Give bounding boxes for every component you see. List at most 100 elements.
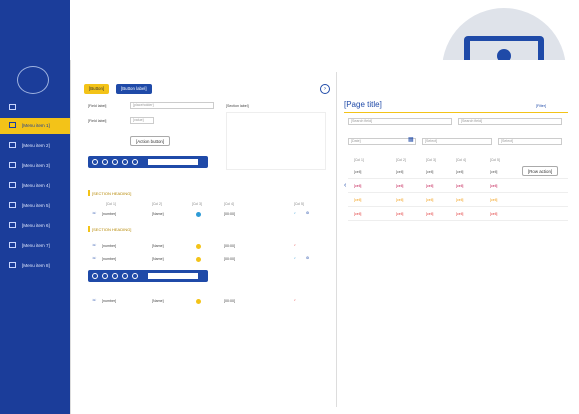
sidebar-item-label: [Menu item 3] [22, 163, 50, 168]
list-icon [9, 142, 16, 148]
monitor-icon [9, 182, 16, 188]
table-cell: [cell] [456, 184, 464, 188]
sidebar-item-6[interactable]: [Menu item 6] [0, 218, 70, 234]
select-a[interactable]: [Select] [422, 138, 492, 145]
sidebar-item-8[interactable]: [Menu item 8] [0, 258, 70, 274]
table-cell: [cell] [456, 198, 464, 202]
action-button[interactable]: [Action button] [130, 136, 171, 146]
control-icon[interactable] [92, 159, 98, 165]
media-controls-bar[interactable] [88, 156, 208, 168]
control-icon[interactable] [132, 273, 138, 279]
phone-icon: ☏ [92, 298, 97, 302]
schedule-icon [9, 162, 16, 168]
table-cell: [cell] [354, 170, 362, 174]
conference-icon [9, 122, 16, 128]
media-controls-bar[interactable] [88, 270, 208, 282]
sidebar-item-7[interactable]: [Menu item 7] [0, 238, 70, 254]
microphone-muted-icon[interactable]: ♪ [294, 298, 296, 302]
microphone-icon[interactable]: ♪ [294, 211, 296, 215]
sidebar-item-1[interactable]: [Menu item 1] [0, 118, 70, 134]
table-cell: [cell] [490, 170, 498, 174]
microphone-muted-icon[interactable]: ♪ [294, 243, 296, 247]
users-icon [9, 242, 16, 248]
control-icon[interactable] [92, 273, 98, 279]
table-cell: [cell] [354, 184, 362, 188]
filter-button[interactable]: [Filter] [536, 104, 546, 108]
directory-icon [9, 222, 16, 228]
settings-icon[interactable]: ⚙ [306, 211, 309, 215]
participants-heading: [SECTION HEADING] [88, 226, 131, 232]
menu-icon [9, 104, 16, 110]
sidebar-item-label: [Menu item 8] [22, 263, 50, 268]
row-divider [348, 178, 568, 179]
col-header: [Col 5] [294, 202, 304, 206]
panel-divider [336, 72, 337, 407]
control-icon[interactable] [122, 273, 128, 279]
select-b[interactable]: [Select] [498, 138, 562, 145]
control-icon[interactable] [102, 159, 108, 165]
participant-name: [Name] [152, 244, 164, 248]
conference-detail-panel: [Button] [Button label] › [Field label] … [80, 72, 335, 407]
col-header: [Col 2] [396, 158, 406, 162]
settings-icon[interactable]: ⚙ [306, 256, 309, 260]
phone-number: [number] [102, 212, 117, 216]
chevron-left-icon[interactable]: ‹ [344, 182, 346, 189]
sidebar-item-4[interactable]: [Menu item 4] [0, 178, 70, 194]
title-underline [344, 112, 568, 113]
row-action-button[interactable]: [Row action] [522, 166, 559, 176]
duration: [00:00] [224, 299, 235, 303]
control-icon[interactable] [132, 159, 138, 165]
duration: [00:00] [224, 257, 235, 261]
phone-icon: ☏ [92, 256, 97, 260]
field-a-input[interactable]: [placeholder] [130, 102, 214, 109]
field-b-input[interactable]: [value] [130, 117, 154, 124]
microphone-icon[interactable]: ♪ [294, 256, 296, 260]
volume-slider[interactable] [148, 159, 198, 165]
secondary-button[interactable]: [Button label] [116, 84, 152, 94]
field-label-a: [Field label] [88, 104, 107, 108]
search-input-b[interactable]: [Search field] [458, 118, 562, 125]
participant-name: [Name] [152, 299, 164, 303]
sidebar-item-label: [Menu item 2] [22, 143, 50, 148]
status-pending-icon [196, 299, 201, 304]
volume-slider[interactable] [148, 273, 198, 279]
search-input-a[interactable]: [Search field] [348, 118, 452, 125]
primary-button[interactable]: [Button] [84, 84, 110, 94]
table-cell: [cell] [354, 198, 362, 202]
col-header: [Col 3] [192, 202, 202, 206]
table-cell: [cell] [456, 170, 464, 174]
control-icon[interactable] [112, 159, 118, 165]
routing-icon [9, 262, 16, 268]
table-cell: [cell] [426, 184, 434, 188]
recording-icon [9, 202, 16, 208]
control-icon[interactable] [122, 159, 128, 165]
sidebar-item-5[interactable]: [Menu item 5] [0, 198, 70, 214]
control-icon[interactable] [112, 273, 118, 279]
sidebar-item-label: [Menu item 6] [22, 223, 50, 228]
calendar-icon[interactable]: ▦ [408, 136, 414, 143]
sidebar-item-label: [Menu item 4] [22, 183, 50, 188]
col-header: [Col 3] [426, 158, 436, 162]
phone-icon: ☏ [92, 243, 97, 247]
date-input[interactable]: [Date] [348, 138, 416, 145]
status-online-icon [196, 212, 201, 217]
col-header: [Col 2] [152, 202, 162, 206]
chevron-right-icon[interactable]: › [320, 84, 330, 94]
table-cell: [cell] [396, 170, 404, 174]
page-title: [Page title] [344, 100, 382, 109]
participant-name: [Name] [152, 257, 164, 261]
status-pending-icon [196, 244, 201, 249]
table-cell: [cell] [490, 184, 498, 188]
table-cell: [cell] [426, 170, 434, 174]
col-header: [Col 4] [456, 158, 466, 162]
control-icon[interactable] [102, 273, 108, 279]
conferences-list-panel: [Page title] [Filter] [Search field] [Se… [340, 72, 572, 407]
table-cell: [cell] [354, 212, 362, 216]
sidebar-item-2[interactable]: [Menu item 2] [0, 138, 70, 154]
duration: [00:00] [224, 212, 235, 216]
sidebar-item-3[interactable]: [Menu item 3] [0, 158, 70, 174]
hamburger-menu[interactable] [0, 100, 70, 116]
table-cell: [cell] [396, 212, 404, 216]
sidebar-item-label: [Menu item 5] [22, 203, 50, 208]
col-header: [Col 1] [354, 158, 364, 162]
